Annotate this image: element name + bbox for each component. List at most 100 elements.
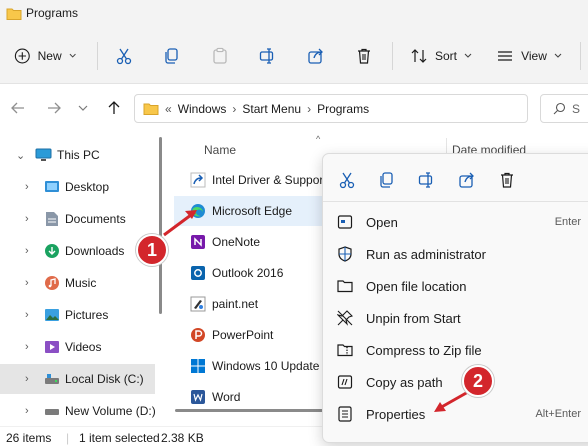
- chevron-right-icon[interactable]: ›: [25, 181, 29, 193]
- cut-button[interactable]: [110, 40, 138, 72]
- menu-item-open-file-location[interactable]: Open file location: [327, 271, 588, 301]
- title-bar: [0, 0, 588, 28]
- item-count: 26 items: [6, 431, 52, 445]
- sidebar-item-desktop[interactable]: › Desktop: [0, 172, 155, 202]
- sidebar-item-pictures[interactable]: › Pictures: [0, 300, 155, 330]
- breadcrumb-windows[interactable]: Windows: [178, 102, 227, 116]
- up-arrow-icon[interactable]: [106, 100, 122, 116]
- file-row[interactable]: Word: [174, 382, 322, 412]
- menu-item-label: Open: [366, 214, 398, 230]
- search-icon: [553, 102, 566, 115]
- sidebar-item-label: Documents: [65, 212, 126, 226]
- menu-item-properties[interactable]: Properties Alt+Enter: [327, 399, 588, 429]
- context-menu: Open Enter Run as administrator Open fil…: [322, 153, 588, 443]
- windows-icon: [191, 359, 205, 373]
- unpin-icon: [337, 310, 353, 326]
- file-name: OneNote: [212, 235, 261, 249]
- file-name: Microsoft Edge: [212, 204, 293, 218]
- copy-path-icon: [337, 375, 353, 389]
- menu-item-unpin-from-start[interactable]: Unpin from Start: [327, 303, 588, 333]
- sort-icon: [411, 49, 427, 63]
- breadcrumb-separator-icon: ›: [232, 101, 237, 116]
- forward-arrow-icon[interactable]: [46, 100, 62, 116]
- chevron-right-icon[interactable]: ›: [25, 213, 29, 225]
- scissors-icon: [116, 48, 132, 65]
- menu-item-open[interactable]: Open Enter: [327, 207, 588, 237]
- file-row[interactable]: paint.net: [174, 289, 322, 319]
- new-button[interactable]: New: [14, 40, 76, 72]
- sidebar-item-documents[interactable]: › Documents: [0, 204, 155, 234]
- breadcrumb-programs[interactable]: Programs: [317, 102, 369, 116]
- sort-label: Sort: [434, 49, 457, 63]
- window-title: Programs: [26, 6, 79, 20]
- copy-button[interactable]: [158, 40, 186, 72]
- chevron-right-icon[interactable]: ›: [25, 405, 29, 417]
- outlook-icon: [191, 266, 205, 280]
- sort-button[interactable]: Sort: [404, 40, 478, 72]
- sidebar-item-label: Desktop: [65, 180, 110, 194]
- file-row[interactable]: OneNote: [174, 227, 322, 257]
- sort-caret-icon: ^: [316, 134, 321, 144]
- plus-circle-icon: [14, 48, 30, 64]
- sidebar-item-label: Local Disk (C:): [65, 372, 144, 386]
- ctx-share-button[interactable]: [447, 162, 487, 198]
- sidebar-item-new-volume-d[interactable]: › New Volume (D:): [0, 396, 156, 426]
- sidebar-scrollbar[interactable]: [159, 137, 162, 314]
- zip-icon: [337, 344, 353, 357]
- context-menu-quick-actions: [323, 160, 527, 200]
- file-name: Outlook 2016: [212, 266, 284, 280]
- file-name: Windows 10 Update Assistant: [212, 359, 322, 373]
- sidebar-item-label: New Volume (D:): [65, 404, 156, 418]
- rename-button[interactable]: [254, 40, 282, 72]
- back-arrow-icon[interactable]: [10, 100, 26, 116]
- file-row[interactable]: PowerPoint: [174, 320, 322, 350]
- chevron-right-icon[interactable]: ›: [25, 245, 29, 257]
- address-bar[interactable]: « Windows › Start Menu › Programs: [134, 94, 528, 123]
- chevron-right-icon[interactable]: ›: [25, 309, 29, 321]
- view-button[interactable]: View: [492, 40, 566, 72]
- breadcrumb-overflow[interactable]: «: [165, 102, 172, 116]
- ctx-cut-button[interactable]: [327, 162, 367, 198]
- shield-icon: [338, 246, 352, 262]
- menu-item-copy-as-path[interactable]: Copy as path: [327, 367, 588, 397]
- sidebar-item-label: Videos: [65, 340, 102, 354]
- chevron-down-icon[interactable]: ⌄: [16, 149, 25, 162]
- delete-button[interactable]: [350, 40, 378, 72]
- word-icon: [191, 390, 205, 404]
- chevron-right-icon[interactable]: ›: [25, 373, 29, 385]
- ctx-rename-button[interactable]: [407, 162, 447, 198]
- copy-icon: [380, 172, 393, 188]
- sidebar-item-this-pc[interactable]: ⌄ This PC: [0, 140, 155, 170]
- file-row[interactable]: Windows 10 Update Assistant: [174, 351, 322, 381]
- scissors-icon: [339, 172, 355, 189]
- file-row-selected[interactable]: Microsoft Edge: [174, 196, 322, 226]
- annotation-badge-1: 1: [136, 234, 168, 266]
- sidebar-item-downloads[interactable]: › Downloads: [0, 236, 155, 266]
- chevron-down-icon[interactable]: [78, 100, 88, 116]
- menu-item-run-as-administrator[interactable]: Run as administrator: [327, 239, 588, 269]
- ctx-copy-button[interactable]: [367, 162, 407, 198]
- sidebar-item-label: This PC: [57, 148, 100, 162]
- sidebar-item-videos[interactable]: › Videos: [0, 332, 155, 362]
- toolbar-separator: [97, 42, 98, 70]
- paste-button[interactable]: [206, 40, 234, 72]
- column-header-name[interactable]: Name: [204, 143, 236, 157]
- share-button[interactable]: [302, 40, 330, 72]
- chevron-right-icon[interactable]: ›: [25, 277, 29, 289]
- file-row[interactable]: Intel Driver & Support Assistant: [174, 165, 322, 195]
- file-list-scrollbar[interactable]: [175, 409, 323, 412]
- properties-icon: [338, 406, 352, 422]
- breadcrumb-start-menu[interactable]: Start Menu: [242, 102, 301, 116]
- sidebar-item-local-disk-c[interactable]: › Local Disk (C:): [0, 364, 155, 394]
- trash-icon: [501, 172, 513, 188]
- menu-item-shortcut: Alt+Enter: [535, 408, 581, 420]
- folder-icon: [337, 280, 353, 293]
- monitor-icon: [35, 148, 52, 161]
- search-box[interactable]: S: [540, 94, 588, 123]
- menu-item-compress-to-zip[interactable]: Compress to Zip file: [327, 335, 588, 365]
- file-name: Intel Driver & Support Assistant: [212, 173, 322, 187]
- sidebar-item-music[interactable]: › Music: [0, 268, 155, 298]
- chevron-right-icon[interactable]: ›: [25, 341, 29, 353]
- ctx-delete-button[interactable]: [487, 162, 527, 198]
- file-row[interactable]: Outlook 2016: [174, 258, 322, 288]
